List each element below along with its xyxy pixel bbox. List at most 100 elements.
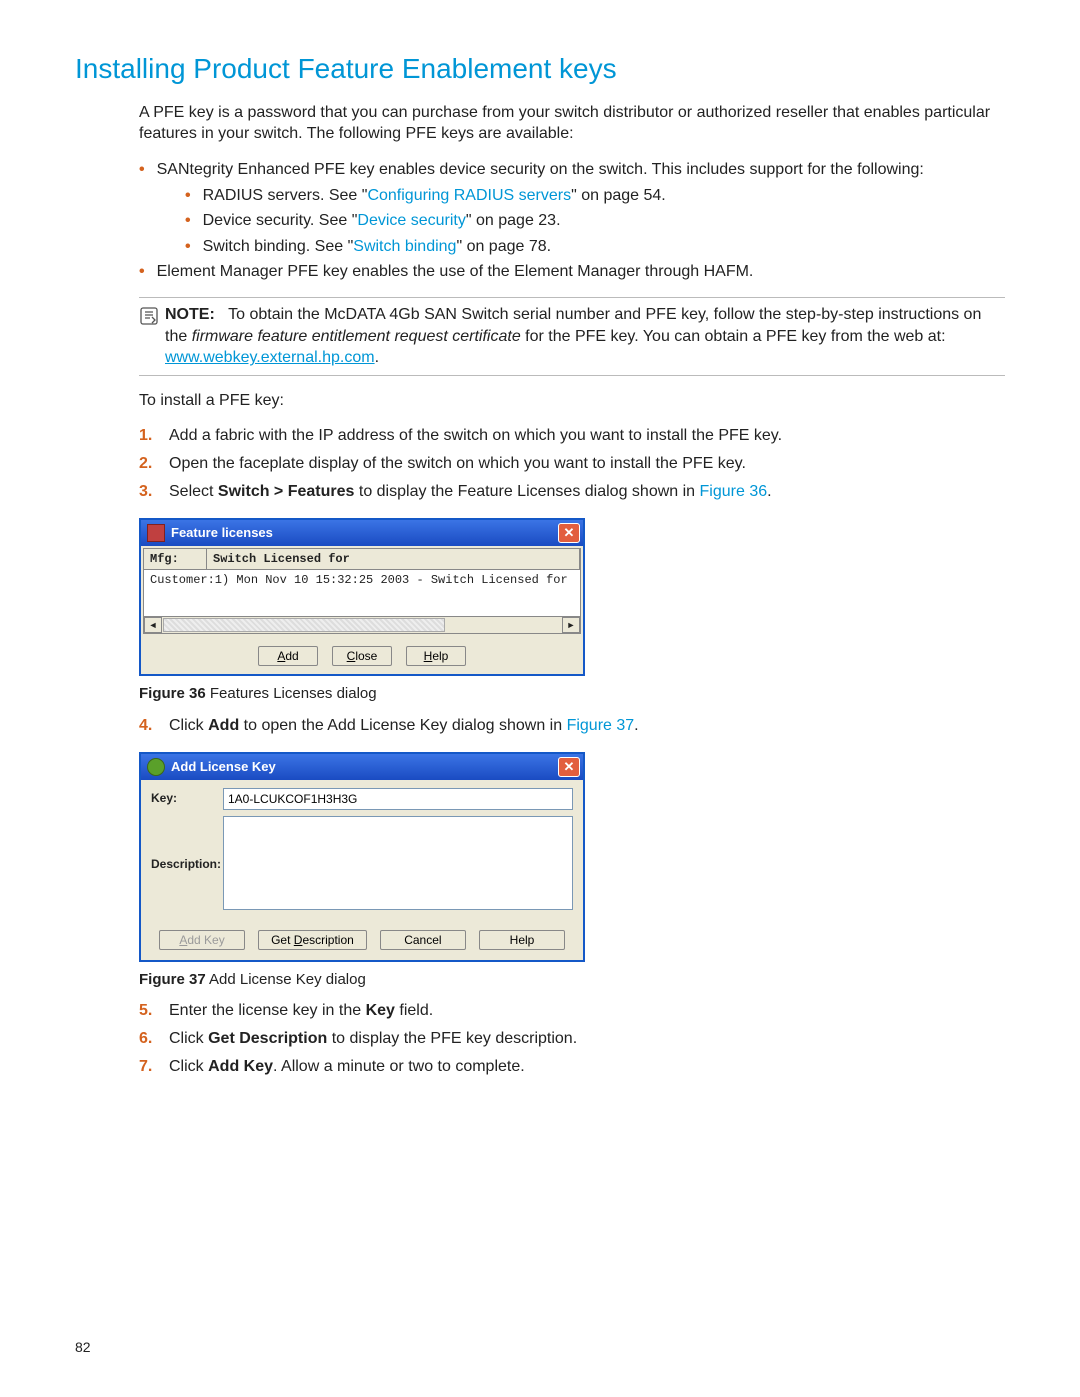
text: Device security. See " xyxy=(203,212,358,229)
text: Switch > Features xyxy=(218,483,355,500)
bullet-text: SANtegrity Enhanced PFE key enables devi… xyxy=(157,159,924,181)
bullet-marker: • xyxy=(185,185,191,207)
button-row: Add KeyAdd Key Get DescriptionGet Descri… xyxy=(141,924,583,960)
text: to display the PFE key description. xyxy=(327,1030,577,1047)
caption-text: Features Licenses dialog xyxy=(206,685,377,702)
text: " on page 54. xyxy=(571,187,666,204)
key-row: Key: xyxy=(151,788,573,810)
key-input[interactable] xyxy=(223,788,573,810)
bullet-text: Device security. See "Device security" o… xyxy=(203,210,561,232)
bullet-santegrity: • SANtegrity Enhanced PFE key enables de… xyxy=(139,159,1005,181)
grid-row[interactable]: Customer:1) Mon Nov 10 15:32:25 2003 - S… xyxy=(144,570,580,616)
link-figure-37[interactable]: Figure 37 xyxy=(567,717,635,734)
add-key-button[interactable]: Add KeyAdd Key xyxy=(159,930,245,950)
text: to open the Add License Key dialog shown… xyxy=(239,717,566,734)
text: . xyxy=(634,717,638,734)
link-webkey[interactable]: www.webkey.external.hp.com xyxy=(165,349,375,366)
text: firmware feature entitlement request cer… xyxy=(192,328,521,345)
step-number: 1. xyxy=(139,425,159,447)
step-text: Enter the license key in the Key field. xyxy=(169,1000,433,1022)
figure-label: Figure 37 xyxy=(139,971,206,988)
titlebar[interactable]: Feature licenses ✕ xyxy=(141,520,583,546)
note-label: NOTE: xyxy=(165,306,215,323)
close-button[interactable]: ✕ xyxy=(558,523,580,543)
app-icon xyxy=(147,758,165,776)
add-button[interactable]: AAdddd xyxy=(258,646,318,666)
help-button[interactable]: HelpHelp xyxy=(406,646,466,666)
step-2: 2.Open the faceplate display of the swit… xyxy=(139,453,1005,475)
step-number: 6. xyxy=(139,1028,159,1050)
text: " on page 23. xyxy=(466,212,561,229)
window-title: Add License Key xyxy=(171,758,276,776)
step-text: Open the faceplate display of the switch… xyxy=(169,453,746,475)
text: for the PFE key. You can obtain a PFE ke… xyxy=(521,328,946,345)
text: Select xyxy=(169,483,218,500)
subbullet-switch-binding: • Switch binding. See "Switch binding" o… xyxy=(185,236,1005,258)
bullet-text: Switch binding. See "Switch binding" on … xyxy=(203,236,551,258)
step-text: Click Get Description to display the PFE… xyxy=(169,1028,577,1050)
page-number: 82 xyxy=(75,1338,91,1357)
intro-text: A PFE key is a password that you can pur… xyxy=(139,102,1005,145)
step-number: 7. xyxy=(139,1056,159,1078)
step-text: Click Add to open the Add License Key di… xyxy=(169,715,639,737)
step-1: 1.Add a fabric with the IP address of th… xyxy=(139,425,1005,447)
key-label: Key: xyxy=(151,788,223,806)
text: Click xyxy=(169,1030,208,1047)
column-mfg[interactable]: Mfg: xyxy=(144,549,207,569)
figure-label: Figure 36 xyxy=(139,685,206,702)
step-5: 5. Enter the license key in the Key field… xyxy=(139,1000,1005,1022)
window-title: Feature licenses xyxy=(171,524,273,542)
text: Switch binding. See " xyxy=(203,238,354,255)
grid-header: Mfg: Switch Licensed for xyxy=(144,549,580,570)
text: Add Key xyxy=(208,1058,273,1075)
scroll-thumb[interactable] xyxy=(163,618,445,632)
cancel-button[interactable]: Cancel xyxy=(380,930,466,950)
note-text: NOTE: To obtain the McDATA 4Gb SAN Switc… xyxy=(165,304,1005,369)
feature-licenses-dialog: Feature licenses ✕ Mfg: Switch Licensed … xyxy=(139,518,585,676)
text: Enter the license key in the xyxy=(169,1002,366,1019)
bullet-text: Element Manager PFE key enables the use … xyxy=(157,261,754,283)
step-text: Click Add Key. Allow a minute or two to … xyxy=(169,1056,525,1078)
step-number: 5. xyxy=(139,1000,159,1022)
text: RADIUS servers. See " xyxy=(203,187,368,204)
step-number: 3. xyxy=(139,481,159,503)
bullet-marker: • xyxy=(139,261,145,283)
button-row: AAdddd CloseClose HelpHelp xyxy=(141,636,583,674)
description-textarea[interactable] xyxy=(223,816,573,910)
step-number: 4. xyxy=(139,715,159,737)
bullet-marker: • xyxy=(185,236,191,258)
page-heading: Installing Product Feature Enablement ke… xyxy=(75,50,1005,88)
step-7: 7. Click Add Key. Allow a minute or two t… xyxy=(139,1056,1005,1078)
titlebar[interactable]: Add License Key ✕ xyxy=(141,754,583,780)
divider xyxy=(139,375,1005,376)
link-configure-radius[interactable]: Configuring RADIUS servers xyxy=(367,187,571,204)
close-button[interactable]: CloseClose xyxy=(332,646,392,666)
scroll-left-button[interactable]: ◄ xyxy=(144,617,162,633)
description-row: Description: xyxy=(151,816,573,910)
text: field. xyxy=(395,1002,433,1019)
figure-36-caption: Figure 36 Features Licenses dialog xyxy=(139,684,1005,704)
subbullet-device-security: • Device security. See "Device security"… xyxy=(185,210,1005,232)
scroll-right-button[interactable]: ► xyxy=(562,617,580,633)
caption-text: Add License Key dialog xyxy=(206,971,366,988)
get-description-button[interactable]: Get DescriptionGet Description xyxy=(258,930,367,950)
license-grid: Mfg: Switch Licensed for Customer:1) Mon… xyxy=(143,548,581,634)
link-figure-36[interactable]: Figure 36 xyxy=(700,483,768,500)
link-switch-binding[interactable]: Switch binding xyxy=(353,238,456,255)
text: Click xyxy=(169,1058,208,1075)
add-license-key-dialog: Add License Key ✕ Key: Description: Add … xyxy=(139,752,585,962)
column-licensed-for[interactable]: Switch Licensed for xyxy=(207,549,580,569)
figure-37-caption: Figure 37 Add License Key dialog xyxy=(139,970,1005,990)
close-button[interactable]: ✕ xyxy=(558,757,580,777)
text: Key xyxy=(366,1002,395,1019)
note-icon xyxy=(139,306,159,326)
bullet-element-manager: • Element Manager PFE key enables the us… xyxy=(139,261,1005,283)
help-button[interactable]: Help xyxy=(479,930,565,950)
horizontal-scrollbar[interactable]: ◄ ► xyxy=(144,616,580,633)
step-6: 6. Click Get Description to display the P… xyxy=(139,1028,1005,1050)
app-icon xyxy=(147,524,165,542)
link-device-security[interactable]: Device security xyxy=(357,212,465,229)
bullet-marker: • xyxy=(185,210,191,232)
subbullet-radius: • RADIUS servers. See "Configuring RADIU… xyxy=(185,185,1005,207)
text: to display the Feature Licenses dialog s… xyxy=(354,483,699,500)
